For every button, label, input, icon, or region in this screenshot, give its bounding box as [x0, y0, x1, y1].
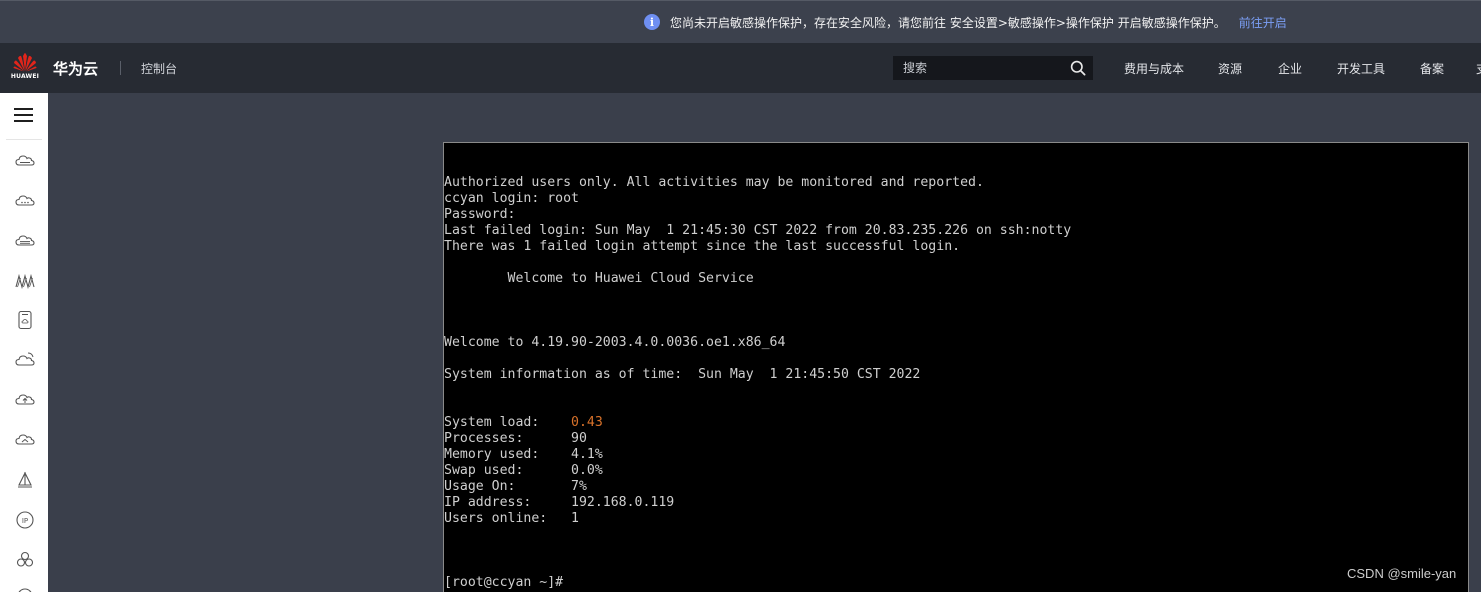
info-icon: i — [644, 14, 660, 30]
nav-support-truncated[interactable]: 支 — [1476, 60, 1481, 77]
cloud-icon[interactable] — [14, 190, 36, 212]
sailboat-icon[interactable] — [14, 469, 36, 491]
console-link[interactable]: 控制台 — [141, 60, 177, 77]
terminal-line: ccyan login: root — [444, 191, 579, 206]
svg-text:IP: IP — [22, 517, 28, 525]
watermark: CSDN @smile-yan — [1347, 566, 1457, 581]
network-icon[interactable] — [14, 270, 36, 292]
page: i 您尚未开启敏感操作保护，存在安全风险，请您前往 安全设置>敏感操作>操作保护… — [0, 0, 1481, 592]
cloud-refresh-icon[interactable] — [14, 349, 36, 371]
sidebar-divider — [6, 139, 42, 140]
search-input[interactable] — [894, 57, 1066, 79]
terminal-line: System information as of time: Sun May 1… — [444, 367, 921, 382]
header-divider — [120, 61, 121, 75]
notice-content: i 您尚未开启敏感操作保护，存在安全风险，请您前往 安全设置>敏感操作>操作保护… — [644, 13, 1287, 31]
nav-enterprise[interactable]: 企业 — [1278, 60, 1302, 77]
service-sidebar: IP — [0, 93, 48, 592]
nav-billing[interactable]: 费用与成本 — [1124, 60, 1184, 77]
top-header: HUAWEI 华为云 控制台 费用与成本 资源 企业 开发工具 备案 支 — [0, 43, 1481, 93]
more-service-icon[interactable] — [14, 585, 36, 592]
cloud-upload-icon[interactable] — [14, 389, 36, 411]
search-icon[interactable] — [1070, 60, 1086, 76]
cloud-server-icon[interactable] — [14, 150, 36, 172]
cloud-sync-icon[interactable] — [14, 429, 36, 451]
terminal-line: Last failed login: Sun May 1 21:45:30 CS… — [444, 223, 1072, 238]
terminal-line: Authorized users only. All activities ma… — [444, 175, 984, 190]
nav-dev-tools[interactable]: 开发工具 — [1337, 60, 1385, 77]
remote-login-terminal[interactable]: Authorized users only. All activities ma… — [443, 142, 1469, 592]
terminal-line: Swap used: 0.0% — [444, 463, 603, 478]
terminal-line-system-load: System load: 0.43 — [444, 415, 1071, 431]
brand-name[interactable]: 华为云 — [53, 58, 98, 79]
terminal-line: Welcome to Huawei Cloud Service — [444, 271, 754, 286]
nav-resources[interactable]: 资源 — [1218, 60, 1242, 77]
logo-text: HUAWEI — [10, 73, 40, 80]
huawei-flower-icon — [13, 53, 37, 72]
terminal-line: Processes: 90 — [444, 431, 587, 446]
ip-icon[interactable]: IP — [14, 509, 36, 531]
nav-filing[interactable]: 备案 — [1420, 60, 1444, 77]
terminal-line: Memory used: 4.1% — [444, 447, 603, 462]
terminal-line: Welcome to 4.19.90-2003.4.0.0036.oe1.x86… — [444, 335, 786, 350]
huawei-logo[interactable]: HUAWEI — [10, 52, 40, 84]
terminal-line: Password: — [444, 207, 516, 222]
terminal-line: Users online: 1 — [444, 511, 579, 526]
terminal-line: IP address: 192.168.0.119 — [444, 495, 675, 510]
terminal-output: Authorized users only. All activities ma… — [444, 175, 1071, 591]
security-notice-bar: i 您尚未开启敏感操作保护，存在安全风险，请您前往 安全设置>敏感操作>操作保护… — [0, 0, 1481, 43]
storage-icon[interactable] — [14, 309, 36, 331]
notice-message: 您尚未开启敏感操作保护，存在安全风险，请您前往 安全设置>敏感操作>操作保护 开… — [670, 15, 1226, 30]
search-box[interactable] — [893, 56, 1093, 80]
terminal-line: Usage On: 7% — [444, 479, 587, 494]
terminal-line: There was 1 failed login attempt since t… — [444, 239, 961, 254]
cloud-database-icon[interactable] — [14, 230, 36, 252]
menu-icon[interactable] — [14, 108, 33, 123]
enable-protection-link[interactable]: 前往开启 — [1239, 14, 1287, 31]
system-load-label: System load: — [444, 415, 572, 430]
system-load-value: 0.43 — [571, 415, 603, 430]
cluster-icon[interactable] — [14, 549, 36, 571]
terminal-line: [root@ccyan ~]# — [444, 575, 564, 590]
